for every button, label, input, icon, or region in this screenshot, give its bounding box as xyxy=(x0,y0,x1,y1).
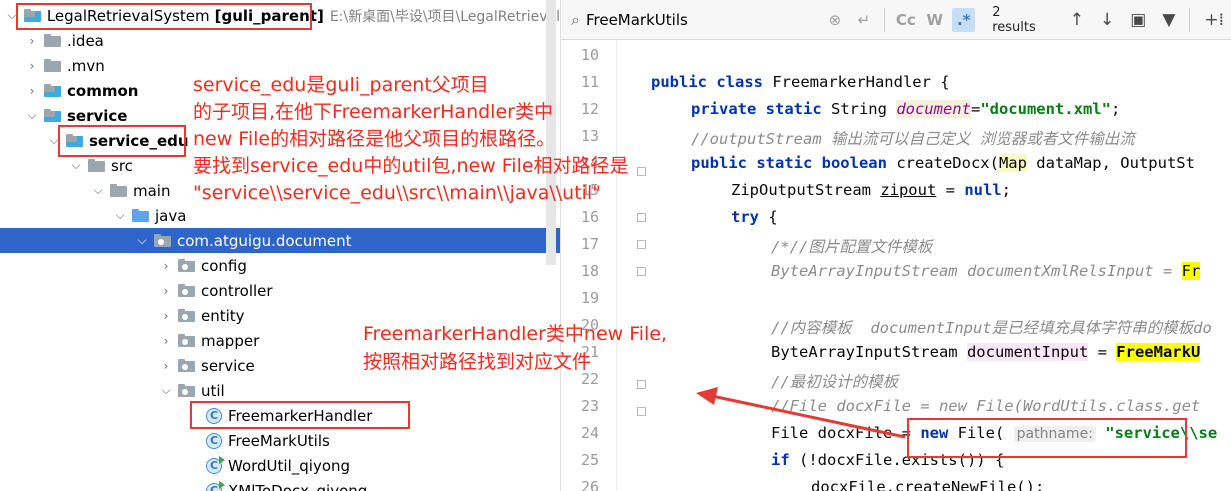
runnable-class-icon: C xyxy=(206,455,225,474)
annotation-line: service_edu是guli_parent父项目 xyxy=(193,74,489,96)
tree-item-label: XMlToDocx_qiyong xyxy=(228,481,368,491)
chevron-right-icon[interactable]: › xyxy=(158,259,174,273)
chevron-right-icon[interactable]: › xyxy=(158,334,174,348)
code-line-17: /*//图片配置文件模板 xyxy=(771,238,933,256)
find-bar: ⌕ FreeMarkUtils ⊗ ↵ Cc W .* 2 results ↑ … xyxy=(561,0,1231,40)
runnable-class-icon: C xyxy=(206,480,225,491)
annotation-line: 要找到service_edu中的util包,new File相对路径是 xyxy=(193,155,629,177)
code-line-12: private static String document="document… xyxy=(691,100,1121,118)
search-icon[interactable]: ⌕ xyxy=(571,10,580,30)
chevron-down-icon[interactable]: ⌵ xyxy=(158,383,174,398)
code-line-22: //最初设计的模板 xyxy=(771,373,899,391)
annotation-line: 的子项目,在他下FreemarkerHandler类中 xyxy=(193,101,553,123)
select-all-occurrences-icon[interactable]: ▣ xyxy=(1130,10,1146,30)
package-icon xyxy=(178,284,195,297)
tree-item-config[interactable]: › config xyxy=(0,253,560,278)
package-icon xyxy=(154,234,171,247)
tree-item-label: .idea xyxy=(67,31,104,50)
words-toggle[interactable]: W xyxy=(923,8,946,32)
chevron-down-icon[interactable]: ⌵ xyxy=(112,208,128,223)
tree-item-label: config xyxy=(201,256,247,275)
tree-item-label: service xyxy=(201,356,255,375)
chevron-right-icon[interactable]: › xyxy=(158,284,174,298)
chevron-right-icon[interactable]: › xyxy=(158,359,174,373)
results-count: 2 results xyxy=(992,4,1036,35)
code-line-26: docxFile.createNewFile(); xyxy=(811,478,1045,491)
package-icon xyxy=(178,259,195,272)
source-folder-icon xyxy=(132,209,149,222)
tree-item-xmltodocx[interactable]: C XMlToDocx_qiyong xyxy=(0,478,560,491)
clear-search-icon[interactable]: ⊗ xyxy=(823,8,846,32)
tree-item-path: E:\新桌面\毕设\项目\LegalRetrieval xyxy=(329,8,560,25)
code-line-18: ByteArrayInputStream documentXmlRelsInpu… xyxy=(771,262,1201,280)
highlight-box-freemarkerhandler xyxy=(190,401,410,429)
highlight-box-new-file xyxy=(907,418,1187,458)
code-line-11: public class FreemarkerHandler { xyxy=(651,73,950,91)
tree-item-freemarkutils[interactable]: C FreeMarkUtils xyxy=(0,428,560,453)
tree-item-label: src xyxy=(111,156,133,175)
tree-item-label: controller xyxy=(201,281,273,300)
tree-item-controller[interactable]: › controller xyxy=(0,278,560,303)
highlight-box-project-root xyxy=(16,3,312,30)
code-line-16: try { xyxy=(731,208,778,226)
tree-item-idea[interactable]: › .idea xyxy=(0,28,560,53)
folder-icon xyxy=(88,159,105,172)
chevron-down-icon[interactable]: ⌵ xyxy=(134,233,150,248)
folder-icon xyxy=(44,34,61,47)
regex-toggle[interactable]: .* xyxy=(952,7,976,32)
separator xyxy=(1189,7,1191,32)
find-input[interactable]: FreeMarkUtils xyxy=(586,11,820,29)
code-line-21: ByteArrayInputStream documentInput = Fre… xyxy=(771,343,1201,361)
module-folder-icon xyxy=(44,109,61,122)
folder-icon xyxy=(110,184,127,197)
annotation-line: "service\\service_edu\\src\\main\\java\\… xyxy=(193,182,601,204)
separator xyxy=(884,7,886,32)
code-line-23: //File docxFile = new File(WordUtils.cla… xyxy=(771,397,1201,415)
tree-item-label: com.atguigu.document xyxy=(177,231,352,250)
package-icon xyxy=(178,334,195,347)
tree-item-label: .mvn xyxy=(67,56,105,75)
class-icon: C xyxy=(206,432,222,449)
annotation-second: FreemarkerHandler类中new File, 按照相对路径找到对应文… xyxy=(363,320,667,376)
tree-item-util[interactable]: ⌵ util xyxy=(0,378,560,403)
code-line-15: ZipOutputStream zipout = null; xyxy=(731,181,1011,199)
next-occurrence-icon[interactable]: ↓ xyxy=(1100,10,1114,30)
tree-item-label: entity xyxy=(201,306,245,325)
tree-item-label: service xyxy=(67,106,128,125)
folder-icon xyxy=(44,59,61,72)
module-folder-icon xyxy=(44,84,61,97)
chevron-down-icon[interactable]: ⌵ xyxy=(90,183,106,198)
new-line-icon[interactable]: ↵ xyxy=(852,8,875,32)
tree-item-label: mapper xyxy=(201,331,260,350)
annotation-line: 按照相对路径找到对应文件 xyxy=(363,351,592,373)
chevron-right-icon[interactable]: › xyxy=(24,59,40,73)
tree-item-label: WordUtil_qiyong xyxy=(228,456,351,475)
tree-item-label: common xyxy=(67,81,139,100)
tree-item-label: java xyxy=(155,206,187,225)
code-line-14: public static boolean createDocx(Map dat… xyxy=(691,154,1195,172)
tree-item-package-document[interactable]: ⌵ com.atguigu.document xyxy=(0,228,560,253)
tree-item-label: main xyxy=(133,181,171,200)
package-icon xyxy=(178,309,195,322)
annotation-line: new File的相对路径是他父项目的根路径。 xyxy=(193,128,556,150)
annotation-line: FreemarkerHandler类中new File, xyxy=(363,323,668,345)
previous-occurrence-icon[interactable]: ↑ xyxy=(1070,10,1084,30)
chevron-right-icon[interactable]: › xyxy=(24,84,40,98)
tree-item-label: FreeMarkUtils xyxy=(228,431,330,450)
tree-item-wordutil[interactable]: C WordUtil_qiyong xyxy=(0,453,560,478)
annotation-main: service_edu是guli_parent父项目 的子项目,在他下Freem… xyxy=(193,72,629,207)
code-line-13: //outputStream 输出流可以自己定义 浏览器或者文件输出流 xyxy=(691,130,1135,148)
tree-item-label: util xyxy=(201,381,225,400)
chevron-down-icon[interactable]: ⌵ xyxy=(68,158,84,173)
package-icon xyxy=(178,384,195,397)
chevron-down-icon[interactable]: ⌵ xyxy=(24,108,40,123)
code-line-20: //内容模板 documentInput是已经填充具体字符串的模板do xyxy=(771,319,1212,337)
filter-icon[interactable]: ▼ xyxy=(1162,10,1175,30)
match-case-toggle[interactable]: Cc xyxy=(894,8,917,32)
highlight-box-service-edu xyxy=(58,125,186,157)
chevron-right-icon[interactable]: › xyxy=(24,34,40,48)
package-icon xyxy=(178,359,195,372)
chevron-right-icon[interactable]: › xyxy=(158,309,174,323)
add-occurrence-icon[interactable]: +⁞ xyxy=(1204,10,1224,30)
